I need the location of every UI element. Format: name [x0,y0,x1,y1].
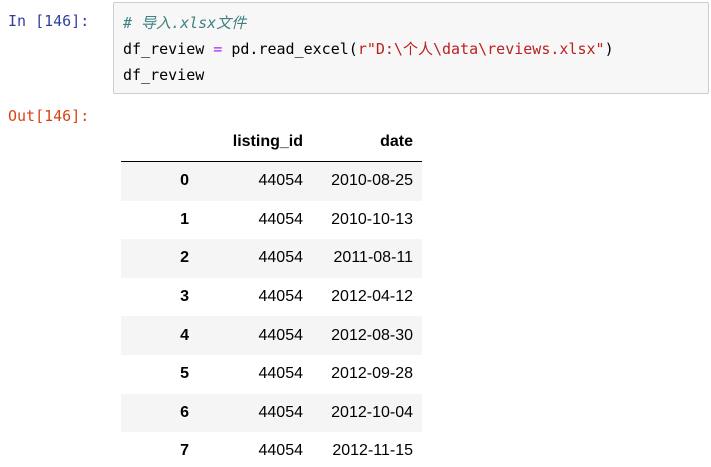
row-index: 3 [180,288,189,306]
code-line-2: df_review = pd.read_excel(r"D:\个人\data\r… [123,36,708,62]
code-cell-editor[interactable]: # 导入.xlsx文件 df_review = pd.read_excel(r"… [113,2,709,94]
code-line-1: # 导入.xlsx文件 [123,10,708,36]
header-index [121,123,198,162]
row-index: 6 [180,403,189,421]
cell-date: 2012-04-12 [331,288,413,306]
cell-date: 2012-08-30 [331,326,413,344]
header-date: date [312,123,422,162]
table-row: 4 44054 2012-08-30 [121,316,422,355]
code-comment: # 导入.xlsx文件 [123,14,247,32]
cell-date: 2010-10-13 [331,210,413,228]
code-assign-op: = [204,40,232,58]
table-row: 0 44054 2010-08-25 [121,161,422,201]
row-index: 0 [180,172,189,190]
code-close-paren: ) [604,40,614,58]
dataframe-table: listing_id date 0 44054 2010-08-25 1 44054 20… [121,123,422,467]
code-var: df_review [123,40,205,58]
cell-listing-id: 44054 [258,442,304,460]
output-prompt: Out[146]: [8,107,90,125]
cell-date: 2010-08-25 [331,172,413,190]
row-index: 5 [180,365,189,383]
row-index: 7 [180,442,189,460]
cell-date: 2012-10-04 [331,403,413,421]
cell-listing-id: 44054 [258,210,304,228]
table-row: 3 44054 2012-04-12 [121,277,422,317]
code-string: r"D:\个人\data\reviews.xlsx" [357,40,605,58]
header-listing-id: listing_id [198,123,312,162]
table-header-row: listing_id date [121,123,422,162]
cell-listing-id: 44054 [258,288,304,306]
cell-listing-id: 44054 [258,403,304,421]
cell-listing-id: 44054 [258,326,304,344]
code-output-var: df_review [123,66,205,84]
cell-listing-id: 44054 [258,249,304,267]
row-index: 2 [180,249,189,267]
cell-listing-id: 44054 [258,365,304,383]
cell-date: 2012-11-15 [332,442,413,460]
row-index: 1 [180,210,189,228]
table-row: 7 44054 2012-11-15 [121,432,422,467]
row-index: 4 [180,326,189,344]
input-prompt: In [146]: [8,12,90,30]
table-row: 6 44054 2012-10-04 [121,393,422,433]
cell-date: 2011-08-11 [333,249,413,267]
table-row: 5 44054 2012-09-28 [121,354,422,394]
code-line-3: df_review [123,62,708,88]
table-row: 2 44054 2011-08-11 [121,239,422,278]
table-row: 1 44054 2010-10-13 [121,200,422,240]
cell-listing-id: 44054 [258,172,304,190]
code-call: pd.read_excel( [231,40,358,58]
cell-date: 2012-09-28 [331,365,413,383]
